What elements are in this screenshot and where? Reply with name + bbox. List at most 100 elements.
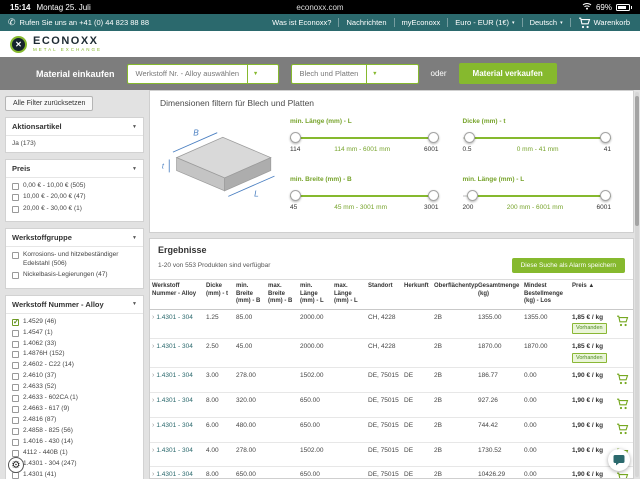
checkbox[interactable] xyxy=(12,194,19,202)
table-row[interactable]: › 1.4301 - 304 2.50 45.00 2000.00 CH, 4228 2B 1… xyxy=(150,339,633,369)
alloy-option[interactable]: 1.4529 (46) xyxy=(12,317,137,326)
scrollbar-thumb[interactable] xyxy=(635,96,639,226)
aktionsartikel-value[interactable]: Ja (173) xyxy=(12,140,36,147)
topbar-link-deutsch[interactable]: Deutsch ▾ xyxy=(523,18,571,27)
slider-handle-max[interactable] xyxy=(427,132,439,143)
werkstoffgruppe-option[interactable]: Nickelbasis-Legierungen (47) xyxy=(12,271,137,280)
werkstoffgruppe-option[interactable]: Korrosions- und hitzebeständiger Edelsta… xyxy=(12,251,137,268)
sell-material-button[interactable]: Material verkaufen xyxy=(458,63,557,84)
alloy-number-link[interactable]: 1.4301 - 304 xyxy=(156,343,193,350)
chevron-right-icon[interactable]: › xyxy=(152,447,154,454)
checkbox[interactable] xyxy=(12,395,19,403)
table-row[interactable]: › 1.4301 - 304 1.25 85.00 2000.00 CH, 4228 2B 1… xyxy=(150,310,633,339)
table-row[interactable]: › 1.4301 - 304 8.00 650.00 650.00 DE, 75015 DE… xyxy=(150,467,633,478)
slider-track[interactable] xyxy=(290,190,439,201)
checkbox[interactable] xyxy=(12,362,19,370)
checkbox[interactable] xyxy=(12,406,19,414)
reset-filters-button[interactable]: Alle Filter zurücksetzen xyxy=(5,96,94,111)
topbar-link-myeconoxx[interactable]: myEconoxx xyxy=(395,18,449,27)
scrollbar[interactable] xyxy=(635,92,639,477)
topbar-link-warenkorb[interactable]: Warenkorb xyxy=(571,17,632,29)
checkbox[interactable] xyxy=(12,417,19,425)
alloy-select[interactable]: Werkstoff Nr. - Alloy auswählen ▼ xyxy=(126,63,279,84)
add-to-cart-button[interactable] xyxy=(616,423,629,438)
checkbox[interactable] xyxy=(12,351,19,359)
alloy-option[interactable]: 4112 - 440B (1) xyxy=(12,449,137,457)
column-header-min-l-nge-mm-l[interactable]: min. Länge (mm) - L xyxy=(298,280,332,309)
alloy-option[interactable]: 2.4633 - 602CA (1) xyxy=(12,394,137,403)
checkbox[interactable] xyxy=(12,384,19,392)
alloy-number-link[interactable]: 1.4301 - 304 xyxy=(156,397,193,404)
preis-option[interactable]: 10,00 € - 20,00 € (47) xyxy=(12,193,137,202)
table-row[interactable]: › 1.4301 - 304 6.00 480.00 650.00 DE, 75015 DE… xyxy=(150,418,633,443)
checkbox[interactable] xyxy=(12,340,19,348)
alloy-number-link[interactable]: 1.4301 - 304 xyxy=(156,372,193,379)
checkbox[interactable] xyxy=(12,438,19,446)
chevron-right-icon[interactable]: › xyxy=(152,314,154,321)
alloy-option[interactable]: 2.4816 (87) xyxy=(12,416,137,425)
alloy-option[interactable]: 1.4547 (1) xyxy=(12,329,137,337)
alloy-number-link[interactable]: 1.4301 - 304 xyxy=(156,422,193,429)
chevron-right-icon[interactable]: › xyxy=(152,372,154,379)
add-to-cart-button[interactable] xyxy=(616,472,629,478)
table-row[interactable]: › 1.4301 - 304 4.00 278.00 1502.00 DE, 75015 D… xyxy=(150,443,633,468)
alloy-number-link[interactable]: 1.4301 - 304 xyxy=(156,314,193,321)
slider-handle-min[interactable] xyxy=(463,132,475,143)
alloy-option[interactable]: 2.4858 - 825 (56) xyxy=(12,427,137,435)
topbar-link-was-ist-econoxx[interactable]: Was ist Econoxx? xyxy=(265,18,340,27)
column-header-herkunft[interactable]: Herkunft xyxy=(402,280,432,309)
checkbox[interactable] xyxy=(12,272,19,280)
column-header-standort[interactable]: Standort xyxy=(366,280,402,309)
phone-contact[interactable]: ✆ Rufen Sie uns an +41 (0) 44 823 88 88 xyxy=(8,17,149,28)
slider-handle-min[interactable] xyxy=(466,190,478,201)
save-search-alarm-button[interactable]: Diese Suche als Alarm speichern xyxy=(511,258,625,273)
alloy-option[interactable]: 1.4876H (152) xyxy=(12,350,137,359)
preis-option[interactable]: 0,00 € - 10,00 € (505) xyxy=(12,182,137,190)
checkbox[interactable] xyxy=(12,205,19,213)
slider-handle-max[interactable] xyxy=(600,190,611,201)
checkbox[interactable] xyxy=(12,183,19,190)
chevron-right-icon[interactable]: › xyxy=(152,343,154,350)
brand[interactable]: ECONOXX METAL EXCHANGE xyxy=(33,35,102,53)
slider-handle-max[interactable] xyxy=(600,132,611,143)
filter-section-header[interactable]: Werkstoffgruppe ▼ xyxy=(6,229,143,248)
topbar-link-nachrichten[interactable]: Nachrichten xyxy=(339,18,395,27)
checkbox[interactable] xyxy=(12,449,19,457)
alloy-option[interactable]: 2.4663 - 617 (9) xyxy=(12,405,137,414)
checkbox[interactable] xyxy=(12,329,19,337)
column-header-dicke-mm-t[interactable]: Dicke (mm) - t xyxy=(204,280,234,309)
address-bar[interactable]: econoxx.com xyxy=(0,3,640,12)
alloy-option[interactable]: 2.4610 (37) xyxy=(12,372,137,381)
add-to-cart-button[interactable] xyxy=(616,315,629,330)
checkbox[interactable] xyxy=(12,252,19,260)
alloy-option[interactable]: 1.4301 (41) xyxy=(12,471,137,479)
chat-bubble-icon[interactable] xyxy=(608,449,630,471)
table-row[interactable]: › 1.4301 - 304 8.00 320.00 650.00 DE, 75015 DE… xyxy=(150,393,633,418)
slider-track[interactable] xyxy=(462,190,611,201)
column-header-preis[interactable]: Preis ▲ xyxy=(570,280,614,309)
slider-handle-min[interactable] xyxy=(290,132,301,143)
alloy-option[interactable]: 2.4633 (52) xyxy=(12,383,137,392)
column-header-oberfl-chentyp[interactable]: Oberflächentyp xyxy=(432,280,478,309)
column-header-werkstoff-nummer-alloy[interactable]: Werkstoff Nummer - Alloy xyxy=(150,280,204,309)
slider-track[interactable] xyxy=(462,132,611,143)
column-header-max-l-nge-mm-l[interactable]: max. Länge (mm) - L xyxy=(332,280,366,309)
add-to-cart-button[interactable] xyxy=(616,398,629,413)
alloy-option[interactable]: 1.4062 (33) xyxy=(12,340,137,348)
filter-section-header[interactable]: Werkstoff Nummer - Alloy ▼ xyxy=(6,296,143,314)
topbar-link-euro-eur-1[interactable]: Euro - EUR (1€) ▾ xyxy=(448,18,523,27)
slider-handle-min[interactable] xyxy=(290,190,301,201)
category-select[interactable]: Blech und Platten ▼ xyxy=(290,63,419,84)
column-header-max-breite-mm-b[interactable]: max. Breite (mm) - B xyxy=(266,280,298,309)
preis-option[interactable]: 20,00 € - 30,00 € (1) xyxy=(12,205,137,213)
gear-icon[interactable]: ⚙ xyxy=(8,457,24,473)
chevron-right-icon[interactable]: › xyxy=(152,471,154,478)
column-header-gesamtmenge-kg[interactable]: Gesamtmenge (kg) xyxy=(476,280,522,309)
alloy-number-link[interactable]: 1.4301 - 304 xyxy=(156,471,193,478)
column-header-mindest-bestellmenge-kg-los[interactable]: Mindest Bestellmenge (kg) - Los xyxy=(522,280,570,309)
column-header-min-breite-mm-b[interactable]: min. Breite (mm) - B xyxy=(234,280,266,309)
checkbox[interactable] xyxy=(12,317,19,326)
chevron-right-icon[interactable]: › xyxy=(152,397,154,404)
alloy-option[interactable]: 1.4301 - 304 (247) xyxy=(12,460,137,468)
alloy-number-link[interactable]: 1.4301 - 304 xyxy=(156,447,193,454)
